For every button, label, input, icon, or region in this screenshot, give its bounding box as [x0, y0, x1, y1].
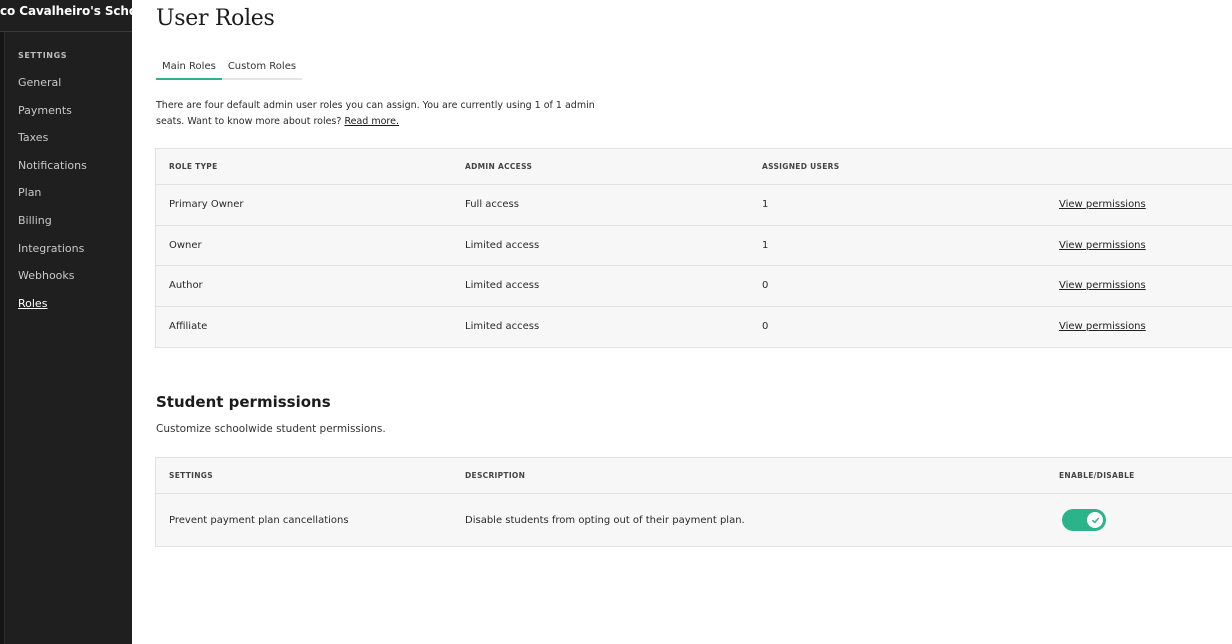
role-tabs: Main Roles Custom Roles: [156, 57, 303, 80]
sidebar-item-notifications[interactable]: Notifications: [18, 158, 87, 186]
assigned-users: 1: [762, 199, 769, 211]
admin-access: Full access: [465, 199, 519, 211]
roles-table-header: ROLE TYPE ADMIN ACCESS ASSIGNED USERS: [156, 149, 1232, 185]
sidebar-divider: [0, 31, 132, 32]
sidebar-item-billing[interactable]: Billing: [18, 213, 87, 241]
table-row: Primary Owner Full access 1 View permiss…: [156, 185, 1232, 226]
sidebar-item-taxes[interactable]: Taxes: [18, 130, 87, 158]
admin-access: Limited access: [465, 280, 540, 292]
admin-access: Limited access: [465, 239, 540, 251]
view-permissions-link[interactable]: View permissions: [1059, 280, 1146, 291]
student-permissions-description: Customize schoolwide student permissions…: [156, 423, 386, 435]
role-type: Affiliate: [169, 321, 208, 333]
page-title: User Roles: [156, 6, 275, 31]
header-assigned-users: ASSIGNED USERS: [762, 162, 840, 171]
header-role-type: ROLE TYPE: [169, 162, 218, 171]
check-icon: [1091, 517, 1099, 523]
student-permissions-table: SETTINGS DESCRIPTION ENABLE/DISABLE Prev…: [155, 457, 1232, 547]
view-permissions-link[interactable]: View permissions: [1059, 199, 1146, 210]
intro-text: There are four default admin user roles …: [156, 98, 596, 130]
header-enable-disable: ENABLE/DISABLE: [1059, 471, 1135, 480]
read-more-link[interactable]: Read more.: [344, 116, 399, 127]
sidebar-item-integrations[interactable]: Integrations: [18, 241, 87, 269]
sidebar-item-roles[interactable]: Roles: [18, 296, 87, 324]
sidebar-item-general[interactable]: General: [18, 75, 87, 103]
view-permissions-link[interactable]: View permissions: [1059, 321, 1146, 332]
sidebar-item-webhooks[interactable]: Webhooks: [18, 268, 87, 296]
role-type: Author: [169, 280, 203, 292]
permission-description: Disable students from opting out of thei…: [465, 514, 745, 526]
table-row: Affiliate Limited access 0 View permissi…: [156, 307, 1232, 348]
sidebar-item-plan[interactable]: Plan: [18, 185, 87, 213]
student-permissions-heading: Student permissions: [156, 393, 331, 411]
table-row: Prevent payment plan cancellations Disab…: [156, 494, 1232, 546]
assigned-users: 1: [762, 239, 769, 251]
school-name[interactable]: co Cavalheiro's School: [0, 4, 132, 18]
assigned-users: 0: [762, 321, 769, 333]
sidebar: co Cavalheiro's School SETTINGS General …: [0, 0, 132, 644]
role-type: Owner: [169, 239, 202, 251]
table-row: Owner Limited access 1 View permissions: [156, 226, 1232, 266]
header-settings: SETTINGS: [169, 471, 213, 480]
toggle-knob: [1087, 512, 1103, 528]
main-content: User Roles Main Roles Custom Roles There…: [132, 0, 1232, 644]
assigned-users: 0: [762, 280, 769, 292]
permissions-table-header: SETTINGS DESCRIPTION ENABLE/DISABLE: [156, 458, 1232, 494]
header-description: DESCRIPTION: [465, 471, 526, 480]
sidebar-rail: [0, 32, 5, 644]
sidebar-item-payments[interactable]: Payments: [18, 103, 87, 131]
enable-toggle[interactable]: [1062, 509, 1106, 531]
view-permissions-link[interactable]: View permissions: [1059, 240, 1146, 251]
settings-section-label: SETTINGS: [18, 51, 68, 60]
roles-table: ROLE TYPE ADMIN ACCESS ASSIGNED USERS Pr…: [155, 148, 1232, 348]
settings-nav: General Payments Taxes Notifications Pla…: [18, 75, 87, 323]
admin-access: Limited access: [465, 321, 540, 333]
table-row: Author Limited access 0 View permissions: [156, 266, 1232, 307]
tab-custom-roles[interactable]: Custom Roles: [222, 57, 302, 80]
permission-setting: Prevent payment plan cancellations: [169, 514, 349, 526]
tab-main-roles[interactable]: Main Roles: [156, 57, 222, 80]
header-admin-access: ADMIN ACCESS: [465, 162, 533, 171]
role-type: Primary Owner: [169, 199, 244, 211]
